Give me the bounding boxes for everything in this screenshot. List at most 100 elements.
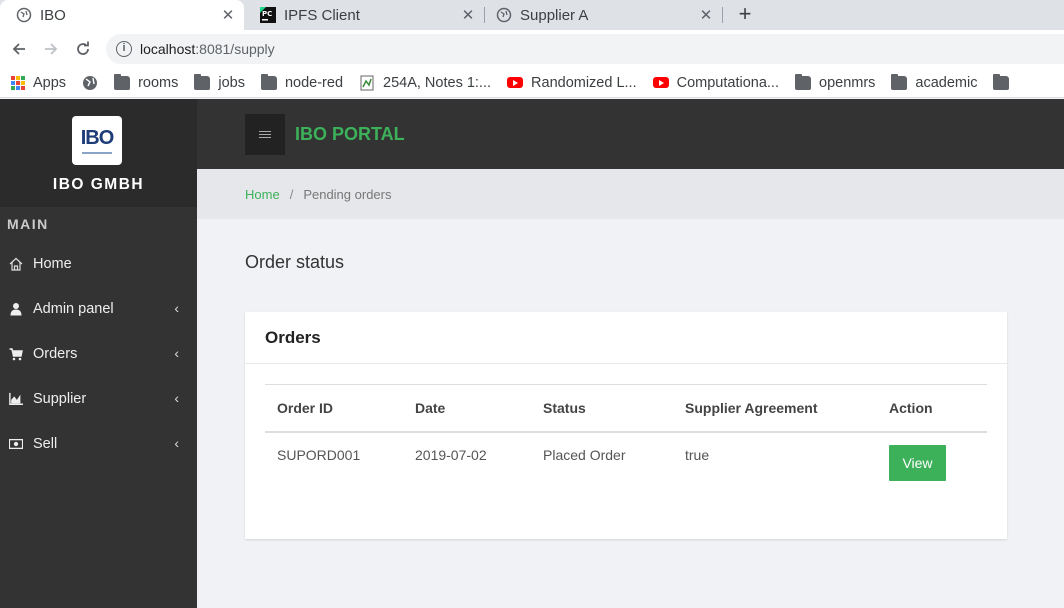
bookmark-notes[interactable]: 254A, Notes 1:... bbox=[359, 75, 491, 91]
chevron-left-icon: ‹ bbox=[174, 345, 179, 361]
bookmark-label: jobs bbox=[218, 74, 245, 91]
bookmark-globe[interactable] bbox=[82, 75, 98, 91]
url-host: localhost bbox=[140, 41, 196, 57]
sidebar-item-sell[interactable]: Sell ‹ bbox=[0, 421, 197, 466]
folder-icon bbox=[260, 73, 277, 90]
bookmark-computational[interactable]: Computationa... bbox=[652, 74, 779, 91]
orders-table: Order ID Date Status Supplier Agreement … bbox=[265, 384, 987, 481]
user-icon bbox=[9, 302, 23, 316]
breadcrumb-current: Pending orders bbox=[303, 186, 392, 202]
orders-card: Orders Order ID Date Status Supplier Agr… bbox=[245, 312, 1007, 539]
bookmark-jobs[interactable]: jobs bbox=[194, 73, 245, 91]
back-arrow-icon[interactable] bbox=[7, 37, 31, 61]
bookmark-label: 254A, Notes 1:... bbox=[383, 74, 492, 91]
card-title: Orders bbox=[265, 328, 321, 347]
bookmark-label: node-red bbox=[284, 74, 344, 91]
browser-toolbar: i localhost:8081/supply bbox=[0, 30, 1064, 68]
browser-tab-ibo[interactable]: IBO ✕ bbox=[0, 0, 244, 30]
svg-text:PC: PC bbox=[262, 10, 272, 18]
folder-icon bbox=[795, 73, 811, 90]
sidebar-item-orders[interactable]: Orders ‹ bbox=[0, 331, 197, 376]
sidebar-item-label: Home bbox=[33, 255, 72, 272]
breadcrumb-separator: / bbox=[289, 186, 294, 202]
reload-icon[interactable] bbox=[71, 37, 95, 61]
sidebar-item-admin-panel[interactable]: Admin panel ‹ bbox=[0, 286, 197, 331]
chevron-left-icon: ‹ bbox=[174, 300, 179, 316]
browser-tab-bar: IBO ✕ PC IPFS Client ✕ Supplier A ✕ + bbox=[0, 0, 1064, 30]
bookmarks-bar: Apps rooms jobs node-red 254A, Notes 1:.… bbox=[0, 68, 1064, 98]
close-icon[interactable]: ✕ bbox=[696, 6, 716, 24]
sidebar-item-label: Supplier bbox=[33, 390, 87, 407]
pycharm-icon: PC bbox=[260, 7, 276, 23]
logo-underline bbox=[82, 151, 112, 154]
column-header-supplier-agreement: Supplier Agreement bbox=[685, 399, 818, 416]
bookmark-label: Computationa... bbox=[676, 74, 779, 91]
cell-date: 2019-07-02 bbox=[415, 446, 487, 463]
breadcrumb-home-link[interactable]: Home bbox=[245, 187, 280, 202]
bookmark-academic[interactable]: academic bbox=[891, 73, 978, 91]
tab-title: IPFS Client bbox=[284, 6, 360, 24]
sidebar-item-label: Sell bbox=[33, 435, 58, 452]
company-logo[interactable]: IBO bbox=[72, 116, 122, 165]
globe-icon bbox=[496, 7, 512, 23]
info-icon[interactable]: i bbox=[116, 41, 132, 57]
bookmark-label: rooms bbox=[138, 74, 179, 91]
chevron-left-icon: ‹ bbox=[174, 390, 179, 406]
bookmark-label: openmrs bbox=[819, 74, 876, 91]
page-icon bbox=[359, 75, 375, 91]
sidebar-item-supplier[interactable]: Supplier ‹ bbox=[0, 376, 197, 421]
sidebar-item-label: Admin panel bbox=[33, 300, 114, 317]
bookmark-label: Apps bbox=[33, 74, 67, 91]
column-header-status: Status bbox=[543, 399, 586, 416]
hamburger-icon bbox=[259, 134, 271, 135]
folder-icon bbox=[194, 73, 211, 90]
sidebar-item-label: Orders bbox=[33, 345, 78, 362]
column-header-order-id: Order ID bbox=[277, 399, 334, 416]
bookmark-rooms[interactable]: rooms bbox=[114, 73, 179, 91]
cell-action: View bbox=[877, 432, 987, 481]
folder-icon bbox=[993, 73, 1010, 90]
chart-icon bbox=[9, 392, 23, 406]
portal-title: IBO PORTAL bbox=[295, 124, 405, 144]
breadcrumb: Home / Pending orders bbox=[197, 169, 1064, 219]
brand-name: IBO GMBH bbox=[52, 176, 145, 193]
column-header-date: Date bbox=[415, 399, 446, 416]
bookmark-apps[interactable]: Apps bbox=[0, 75, 66, 91]
table-row: SUPORD001 2019-07-02 Placed Order true V… bbox=[265, 432, 987, 481]
cell-order-id: SUPORD001 bbox=[277, 446, 361, 463]
bookmark-node-red[interactable]: node-red bbox=[260, 73, 344, 91]
bookmark-overflow[interactable] bbox=[993, 73, 1017, 90]
sidebar-brand: IBO IBO GMBH bbox=[0, 99, 197, 207]
tab-title: IBO bbox=[40, 6, 66, 24]
bookmark-label: academic bbox=[915, 74, 978, 91]
money-icon bbox=[9, 437, 23, 451]
chevron-left-icon: ‹ bbox=[174, 435, 179, 451]
page-title: Order status bbox=[245, 252, 345, 272]
close-icon[interactable]: ✕ bbox=[218, 6, 238, 24]
cell-supplier-agreement: true bbox=[685, 446, 710, 463]
globe-icon bbox=[16, 7, 32, 23]
cell-status: Placed Order bbox=[543, 446, 626, 463]
bookmark-label: Randomized L... bbox=[531, 74, 637, 91]
close-icon[interactable]: ✕ bbox=[458, 6, 478, 24]
tab-title: Supplier A bbox=[520, 6, 589, 24]
bookmark-openmrs[interactable]: openmrs bbox=[795, 73, 876, 91]
table-header-row: Order ID Date Status Supplier Agreement … bbox=[265, 384, 987, 432]
browser-tab-supplier[interactable]: Supplier A ✕ bbox=[480, 0, 722, 30]
column-header-action: Action bbox=[889, 399, 933, 416]
main-content: Order status Orders Order ID Date Status… bbox=[197, 219, 1064, 608]
logo-text: IBO bbox=[80, 126, 115, 149]
card-header: Orders bbox=[245, 312, 1007, 364]
app-header: IBO PORTAL bbox=[197, 99, 1064, 169]
forward-arrow-icon[interactable] bbox=[39, 37, 63, 61]
browser-tab-ipfs[interactable]: PC IPFS Client ✕ bbox=[244, 0, 484, 30]
bookmark-randomized[interactable]: Randomized L... bbox=[507, 75, 637, 91]
folder-icon bbox=[891, 73, 908, 90]
menu-toggle-button[interactable] bbox=[245, 114, 285, 155]
view-order-button[interactable]: View bbox=[889, 444, 946, 481]
address-bar[interactable]: i localhost:8081/supply bbox=[106, 34, 1064, 64]
cart-icon bbox=[9, 347, 23, 361]
new-tab-button[interactable]: + bbox=[733, 3, 757, 27]
sidebar-item-home[interactable]: Home bbox=[0, 241, 197, 286]
sidebar-section-label: MAIN bbox=[7, 216, 49, 232]
